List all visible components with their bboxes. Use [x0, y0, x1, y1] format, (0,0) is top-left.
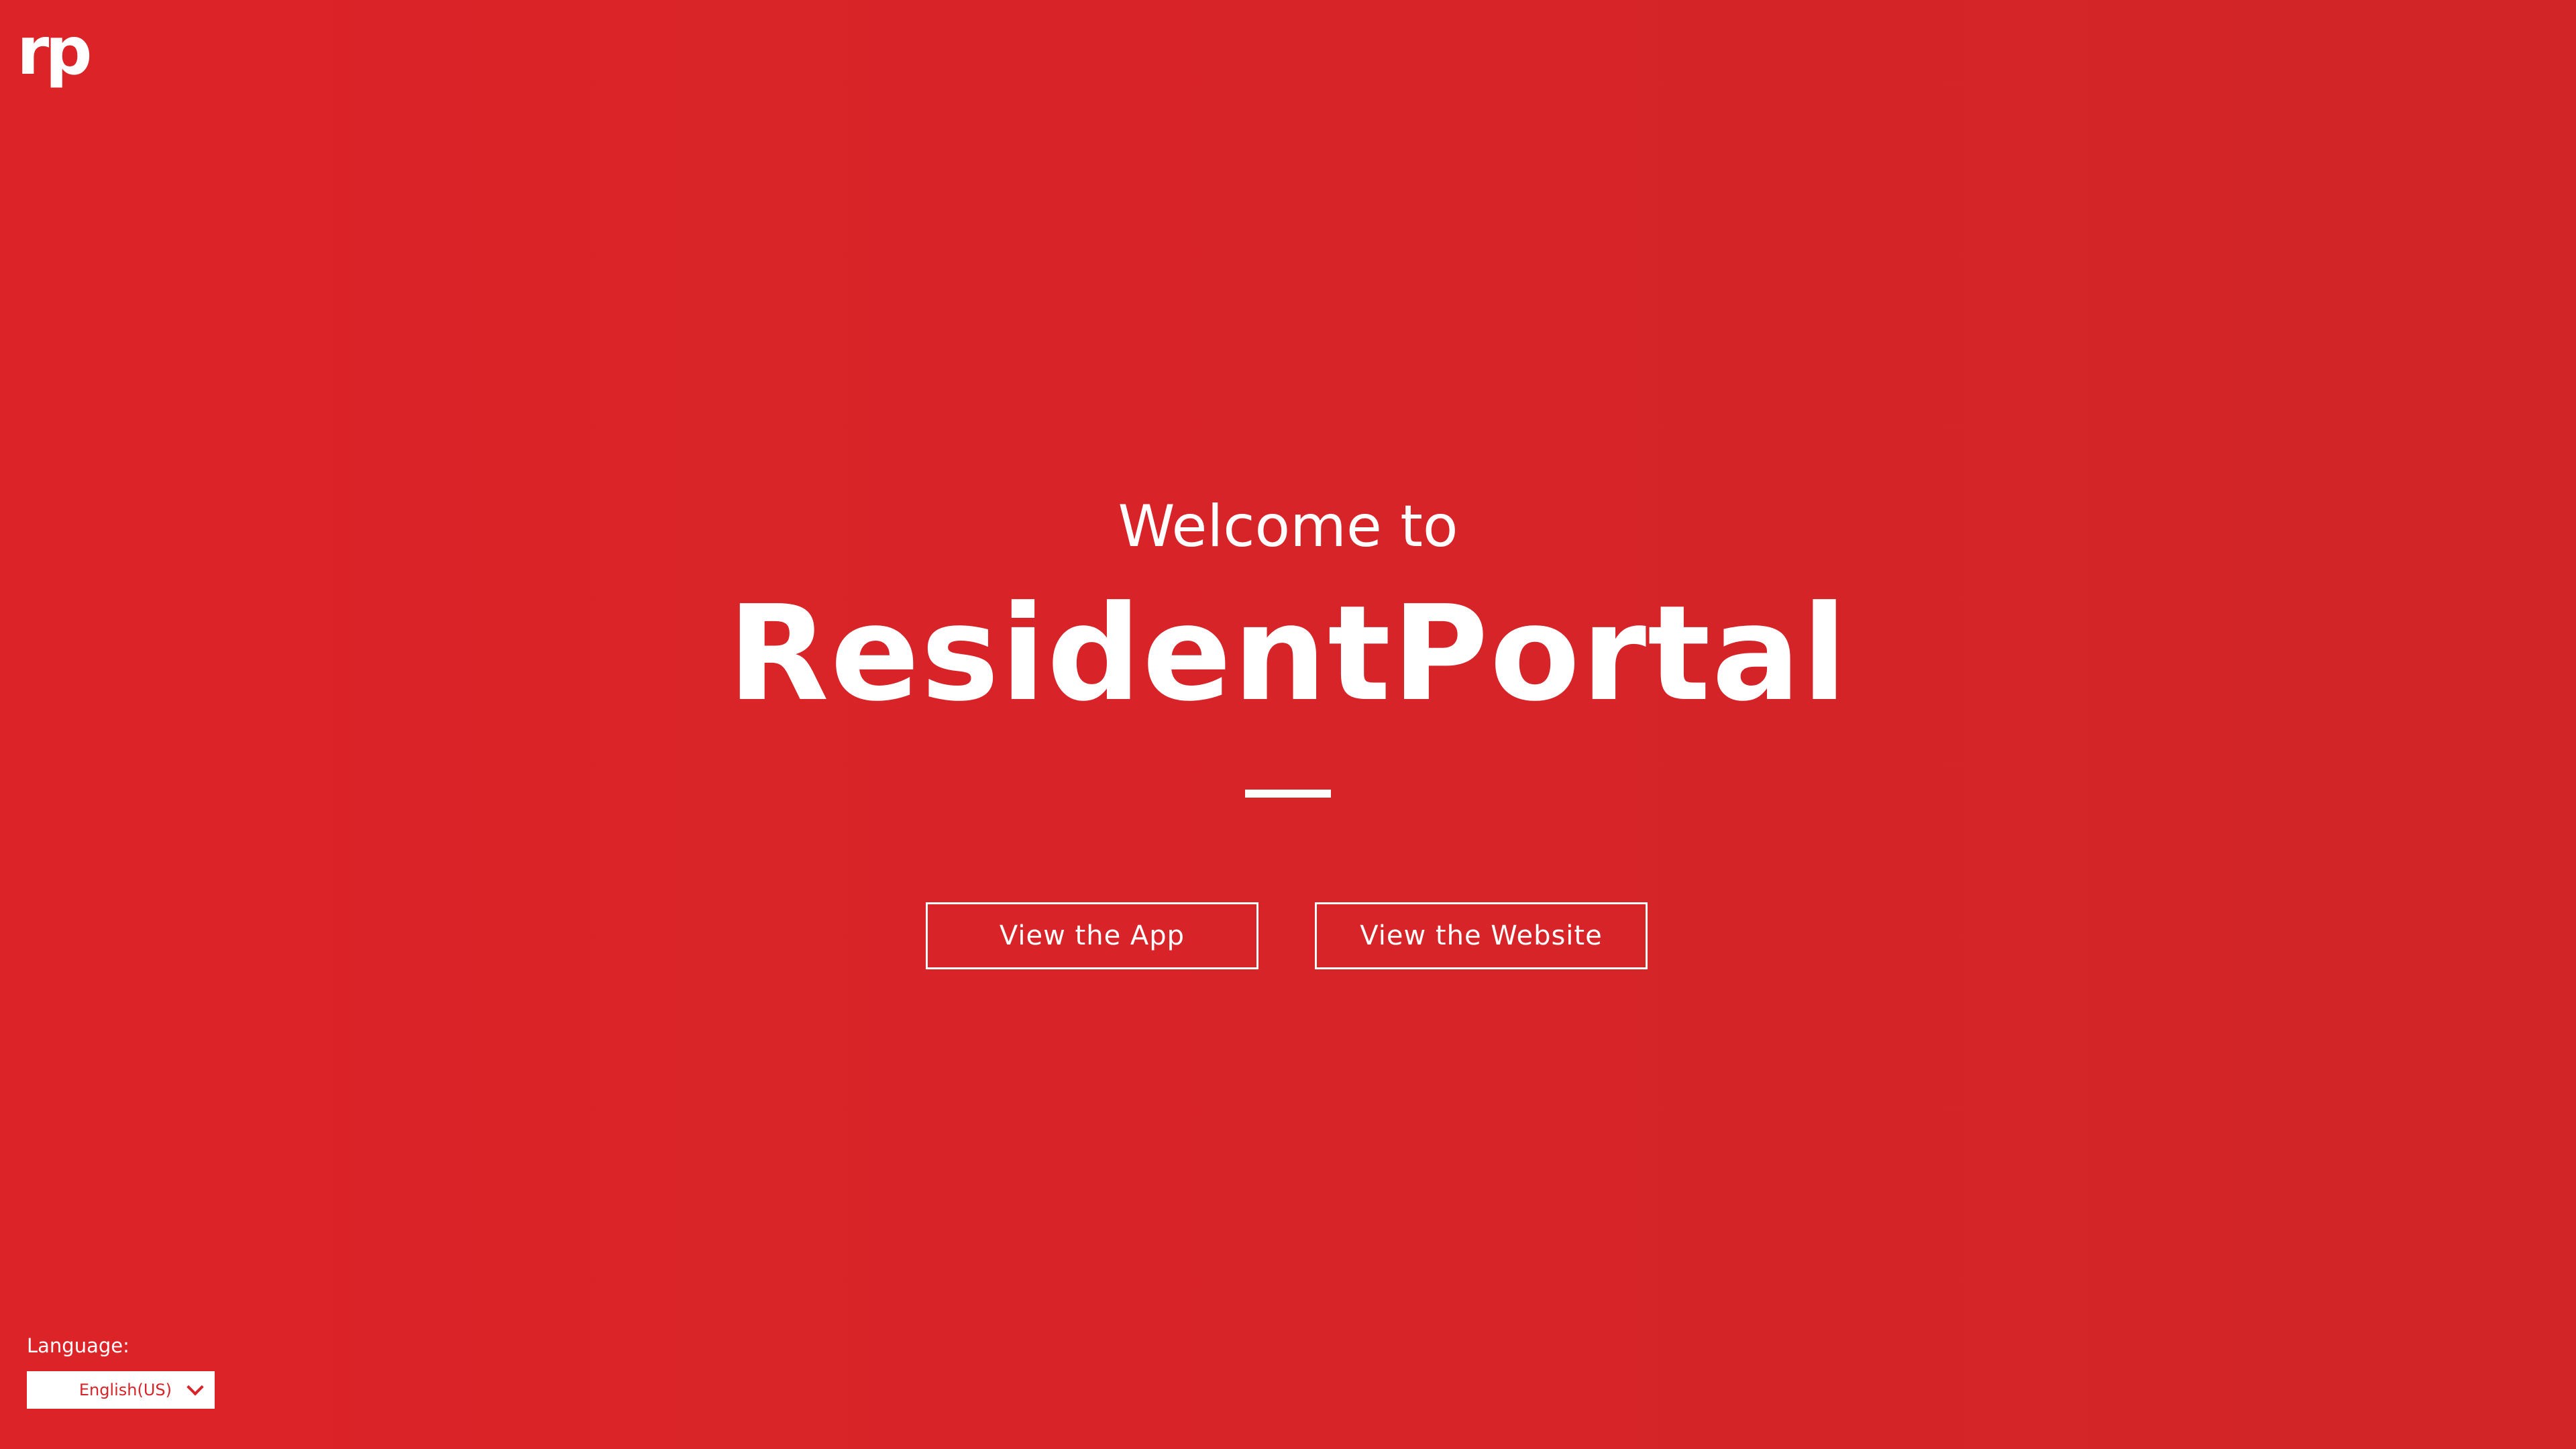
page-title: ResidentPortal — [727, 578, 1849, 731]
language-label: Language: — [27, 1334, 129, 1357]
welcome-hero: Welcome to ResidentPortal View the App V… — [0, 0, 2576, 1449]
view-app-button[interactable]: View the App — [926, 902, 1258, 969]
welcome-heading: Welcome to — [1118, 493, 1458, 560]
language-select-value: English(US) — [78, 1381, 172, 1399]
title-divider — [1245, 790, 1331, 798]
language-select[interactable]: English(US) — [27, 1371, 215, 1409]
view-website-button[interactable]: View the Website — [1315, 902, 1648, 969]
chevron-down-icon — [186, 1379, 204, 1396]
